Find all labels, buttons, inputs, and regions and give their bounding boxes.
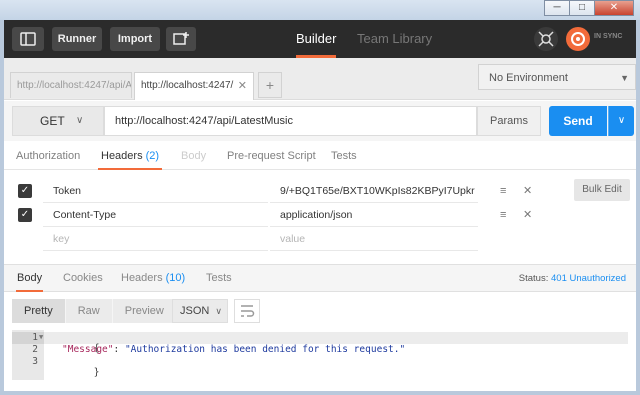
request-tab-bar: http://localhost:4247/api/Au http://loca… bbox=[4, 58, 636, 100]
response-body-editor[interactable]: 1 ▼ 2 3 { "Message": "Authorization has … bbox=[12, 330, 628, 386]
pretty-button[interactable]: Pretty bbox=[12, 299, 66, 323]
runner-button[interactable]: Runner bbox=[52, 27, 102, 51]
code-line: } bbox=[48, 356, 100, 389]
sync-status-label: IN SYNC bbox=[594, 33, 623, 40]
status-label: Status: bbox=[518, 273, 549, 284]
header-row-new: key value bbox=[4, 227, 636, 251]
drag-handle-icon[interactable]: ≡ bbox=[500, 179, 506, 203]
maximize-icon[interactable]: □ bbox=[569, 0, 595, 16]
chevron-down-icon: ∨ bbox=[617, 115, 626, 126]
tab-team-library[interactable]: Team Library bbox=[357, 20, 432, 58]
method-select[interactable]: GET ∨ bbox=[12, 106, 104, 136]
header-enabled-checkbox[interactable]: ✓ bbox=[18, 184, 32, 198]
json-value: "Authorization has been denied for this … bbox=[124, 344, 406, 355]
line-number: 3 bbox=[32, 356, 38, 367]
tab-headers[interactable]: Headers (2) bbox=[98, 142, 163, 170]
main-content: http://localhost:4247/api/Au http://loca… bbox=[4, 58, 636, 391]
environment-select[interactable]: No Environment ▼ bbox=[478, 64, 636, 90]
window-title-bar: ─ □ ✕ bbox=[0, 0, 640, 20]
send-dropdown-button[interactable]: ∨ bbox=[608, 106, 634, 136]
response-tab-bar: Body Cookies Headers (10) Tests Status: … bbox=[4, 264, 636, 292]
header-row: ✓ Token 9/+BQ1T65e/BXT10WKpIs82KBPyI7Upk… bbox=[4, 179, 636, 203]
line-number-gutter: 1 ▼ 2 3 bbox=[12, 330, 44, 380]
json-close-brace: } bbox=[93, 367, 100, 378]
remove-header-icon[interactable]: ✕ bbox=[523, 203, 532, 227]
status-badge: 401 Unauthorized bbox=[551, 273, 626, 284]
json-key: "Message" bbox=[62, 344, 114, 355]
tab-response-headers[interactable]: Headers (10) bbox=[121, 265, 185, 292]
request-tab-active[interactable]: http://localhost:4247/ ✕ bbox=[134, 72, 254, 100]
header-row: ✓ Content-Type application/json ≡ ✕ bbox=[4, 203, 636, 227]
request-tab-label: http://localhost:4247/ bbox=[141, 80, 234, 91]
sidebar-toggle-button[interactable] bbox=[12, 27, 44, 51]
tab-headers-count: (2) bbox=[145, 150, 160, 162]
chevron-down-icon: ∨ bbox=[76, 115, 84, 126]
new-header-value-field[interactable]: value bbox=[270, 227, 478, 251]
header-key-field[interactable]: Content-Type bbox=[43, 203, 268, 227]
tab-response-headers-count: (10) bbox=[165, 272, 186, 284]
new-window-button[interactable] bbox=[166, 27, 196, 51]
environment-select-value: No Environment bbox=[489, 72, 568, 84]
format-select-value: JSON bbox=[180, 305, 210, 317]
chevron-down-icon: ∨ bbox=[215, 306, 222, 316]
header-enabled-checkbox[interactable]: ✓ bbox=[18, 208, 32, 222]
bulk-edit-button[interactable]: Bulk Edit bbox=[574, 179, 630, 201]
fold-arrow-icon[interactable]: ▼ bbox=[39, 333, 43, 341]
request-section-tabs: Authorization Headers (2) Body Pre-reque… bbox=[4, 142, 636, 170]
app-header: Runner Import Builder Team Library IN SY… bbox=[4, 20, 636, 58]
tab-authorization[interactable]: Authorization bbox=[16, 142, 80, 170]
preview-button[interactable]: Preview bbox=[112, 299, 177, 323]
tab-response-cookies[interactable]: Cookies bbox=[63, 265, 103, 292]
window-controls: ─ □ ✕ bbox=[544, 0, 634, 18]
close-tab-icon[interactable]: ✕ bbox=[238, 73, 247, 99]
add-tab-button[interactable]: + bbox=[258, 72, 282, 98]
request-tab[interactable]: http://localhost:4247/api/Au bbox=[10, 72, 132, 98]
tab-response-headers-label: Headers bbox=[121, 272, 163, 284]
format-select[interactable]: JSON ∨ bbox=[172, 299, 228, 323]
sidebar-icon bbox=[20, 32, 36, 46]
remove-header-icon[interactable]: ✕ bbox=[523, 179, 532, 203]
tab-tests[interactable]: Tests bbox=[331, 142, 357, 170]
window-frame: ─ □ ✕ Runner Import Builder Team Library… bbox=[0, 0, 640, 395]
url-bar: GET ∨ http://localhost:4247/api/LatestMu… bbox=[4, 101, 636, 141]
import-button[interactable]: Import bbox=[110, 27, 160, 51]
view-mode-group: Pretty Raw Preview bbox=[12, 299, 177, 323]
tab-builder[interactable]: Builder bbox=[296, 20, 337, 58]
new-window-icon bbox=[173, 32, 189, 45]
tab-body[interactable]: Body bbox=[181, 142, 206, 170]
tab-pre-request-script[interactable]: Pre-request Script bbox=[227, 142, 316, 170]
sync-status-icon[interactable] bbox=[566, 27, 590, 51]
header-key-field[interactable]: Token bbox=[43, 179, 268, 203]
line-number: 2 bbox=[32, 344, 38, 355]
raw-button[interactable]: Raw bbox=[65, 299, 113, 323]
url-input[interactable]: http://localhost:4247/api/LatestMusic bbox=[104, 106, 477, 136]
new-header-key-field[interactable]: key bbox=[43, 227, 268, 251]
close-icon[interactable]: ✕ bbox=[594, 0, 634, 16]
chevron-down-icon: ▼ bbox=[620, 73, 629, 83]
json-colon: : bbox=[113, 344, 125, 355]
drag-handle-icon[interactable]: ≡ bbox=[500, 203, 506, 227]
code-line: { bbox=[44, 332, 628, 354]
interceptor-icon[interactable] bbox=[534, 27, 558, 51]
send-button[interactable]: Send bbox=[549, 106, 607, 136]
code-line: "Message": "Authorization has been denie… bbox=[62, 344, 405, 355]
wrap-lines-icon bbox=[241, 305, 255, 317]
params-button[interactable]: Params bbox=[477, 106, 541, 136]
method-value: GET bbox=[40, 114, 65, 128]
header-value-field[interactable]: application/json bbox=[270, 203, 478, 227]
minimize-icon[interactable]: ─ bbox=[544, 0, 570, 16]
header-value-field[interactable]: 9/+BQ1T65e/BXT10WKpIs82KBPyI7Upkr bbox=[270, 179, 478, 203]
tab-response-tests[interactable]: Tests bbox=[206, 265, 232, 292]
tab-headers-label: Headers bbox=[101, 150, 143, 162]
tab-response-body[interactable]: Body bbox=[16, 265, 44, 292]
response-status: Status: 401 Unauthorized bbox=[519, 265, 626, 292]
wrap-lines-button[interactable] bbox=[234, 299, 260, 323]
